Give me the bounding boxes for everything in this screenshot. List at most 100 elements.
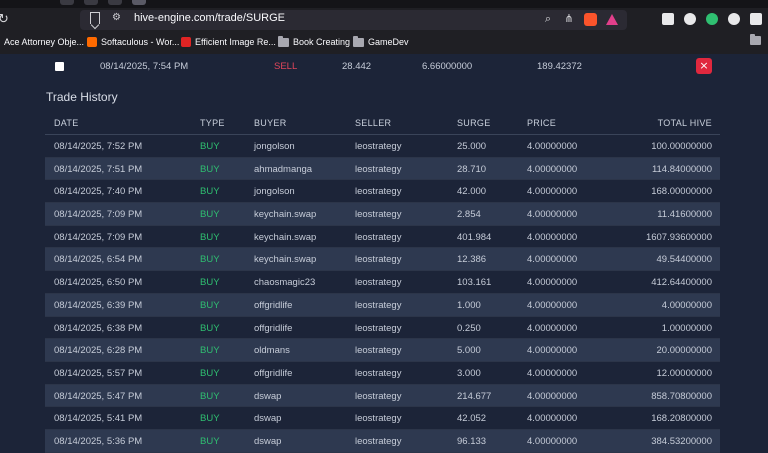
trade-buyer[interactable]: chaosmagic23: [254, 277, 315, 288]
trade-buyer[interactable]: dswap: [254, 391, 281, 402]
tab[interactable]: [84, 0, 98, 5]
trade-total: 1.00000000: [661, 322, 712, 334]
trade-amount: 42.000: [457, 186, 487, 198]
trade-buyer[interactable]: offgridlife: [254, 368, 292, 379]
order-checkbox[interactable]: [55, 62, 64, 71]
tab[interactable]: [108, 0, 122, 5]
table-body: 08/14/2025, 7:52 PM BUY jongolson leostrate…: [45, 135, 720, 453]
trade-price: 4.00000000: [527, 322, 578, 334]
trade-type: BUY: [200, 345, 220, 357]
column-header-type[interactable]: TYPE: [200, 118, 225, 128]
trade-buyer[interactable]: offgridlife: [254, 323, 292, 334]
trade-seller[interactable]: leostrategy: [355, 141, 401, 152]
trade-price: 4.00000000: [527, 390, 578, 402]
trade-seller[interactable]: leostrategy: [355, 300, 401, 311]
bookmark-ace-attorney[interactable]: Ace Attorney Obje...: [4, 36, 84, 48]
trade-amount: 42.052: [457, 413, 487, 425]
trade-type: BUY: [200, 277, 220, 289]
trade-total: 384.53200000: [651, 435, 712, 447]
puzzle-extension-icon[interactable]: [684, 13, 696, 25]
zoom-icon[interactable]: ⌕: [542, 13, 554, 25]
table-header: DATE TYPE BUYER SELLER SURGE PRICE TOTAL…: [45, 111, 720, 135]
trade-buyer[interactable]: oldmans: [254, 345, 290, 356]
share-icon[interactable]: ⋔: [563, 13, 575, 25]
trade-type: BUY: [200, 209, 220, 221]
cancel-order-button[interactable]: ×: [696, 58, 712, 74]
column-header-buyer[interactable]: BUYER: [254, 118, 287, 128]
trade-seller[interactable]: leostrategy: [355, 323, 401, 334]
table-row: 08/14/2025, 6:39 PM BUY offgridlife leostra…: [45, 293, 720, 317]
trade-seller[interactable]: leostrategy: [355, 186, 401, 197]
key-extension-icon[interactable]: [662, 13, 674, 25]
order-quantity: 28.442: [342, 61, 372, 72]
trade-buyer[interactable]: jongolson: [254, 186, 295, 197]
trade-total: 168.00000000: [651, 186, 712, 198]
column-header-surge[interactable]: SURGE: [457, 118, 491, 128]
trade-buyer[interactable]: keychain.swap: [254, 232, 316, 243]
trade-total: 1607.93600000: [645, 231, 712, 243]
trade-amount: 1.000: [457, 299, 481, 311]
bookmark-efficient-image[interactable]: Efficient Image Re...: [181, 36, 276, 48]
trade-buyer[interactable]: dswap: [254, 436, 281, 447]
trade-seller[interactable]: leostrategy: [355, 391, 401, 402]
trade-seller[interactable]: leostrategy: [355, 254, 401, 265]
bookmark-label: Softaculous - Wor...: [101, 37, 180, 47]
trade-buyer[interactable]: offgridlife: [254, 300, 292, 311]
tab-strip: [0, 0, 768, 8]
column-header-seller[interactable]: SELLER: [355, 118, 391, 128]
trade-date: 08/14/2025, 5:36 PM: [54, 435, 143, 447]
table-row: 08/14/2025, 5:41 PM BUY dswap leostrategy 42…: [45, 407, 720, 430]
bookmarks-bar: Ace Attorney Obje... Softaculous - Wor..…: [0, 32, 768, 52]
trade-seller[interactable]: leostrategy: [355, 345, 401, 356]
trade-price: 4.00000000: [527, 231, 578, 243]
trade-price: 4.00000000: [527, 254, 578, 266]
trade-date: 08/14/2025, 5:41 PM: [54, 413, 143, 425]
order-total: 189.42372: [537, 61, 582, 72]
trade-buyer[interactable]: ahmadmanga: [254, 164, 312, 175]
trade-buyer[interactable]: keychain.swap: [254, 209, 316, 220]
trade-buyer[interactable]: keychain.swap: [254, 254, 316, 265]
trade-seller[interactable]: leostrategy: [355, 164, 401, 175]
trade-seller[interactable]: leostrategy: [355, 413, 401, 424]
reload-icon[interactable]: ↻: [0, 12, 12, 27]
url-text[interactable]: hive-engine.com/trade/SURGE: [134, 11, 285, 25]
trade-date: 08/14/2025, 7:40 PM: [54, 186, 143, 198]
trade-price: 4.00000000: [527, 299, 578, 311]
bookmark-label: Book Creating: [293, 37, 351, 47]
tab[interactable]: [60, 0, 74, 5]
trade-seller[interactable]: leostrategy: [355, 368, 401, 379]
trade-type: BUY: [200, 390, 220, 402]
folder-icon: [353, 35, 364, 47]
trade-total: 114.84000000: [651, 163, 712, 175]
menu-extension-icon[interactable]: [750, 13, 762, 25]
link-extension-icon[interactable]: [728, 13, 740, 25]
trade-date: 08/14/2025, 7:09 PM: [54, 209, 143, 221]
trade-seller[interactable]: leostrategy: [355, 232, 401, 243]
green-extension-icon[interactable]: [706, 13, 718, 25]
trade-buyer[interactable]: jongolson: [254, 141, 295, 152]
order-type: SELL: [274, 61, 298, 72]
rewards-icon[interactable]: [606, 13, 618, 25]
trade-date: 08/14/2025, 5:57 PM: [54, 367, 143, 379]
brave-shields-icon[interactable]: [584, 12, 597, 26]
trade-seller[interactable]: leostrategy: [355, 277, 401, 288]
site-info-icon[interactable]: ⚙: [112, 12, 126, 24]
trade-amount: 3.000: [457, 367, 481, 379]
table-row: 08/14/2025, 7:51 PM BUY ahmadmanga leostrat…: [45, 157, 720, 181]
bookmark-book-creating[interactable]: Book Creating: [278, 35, 351, 48]
tab-active[interactable]: [132, 0, 146, 5]
trade-buyer[interactable]: dswap: [254, 413, 281, 424]
trade-seller[interactable]: leostrategy: [355, 209, 401, 220]
column-header-price[interactable]: PRICE: [527, 118, 556, 128]
bookmark-gamedev[interactable]: GameDev: [353, 35, 409, 48]
table-row: 08/14/2025, 6:50 PM BUY chaosmagic23 leostr…: [45, 271, 720, 294]
bookmark-softaculous[interactable]: Softaculous - Wor...: [87, 36, 179, 48]
column-header-date[interactable]: DATE: [54, 118, 79, 128]
trade-type: BUY: [200, 186, 220, 198]
table-row: 08/14/2025, 7:52 PM BUY jongolson leostrate…: [45, 135, 720, 158]
trade-type: BUY: [200, 141, 220, 152]
trade-seller[interactable]: leostrategy: [355, 436, 401, 447]
bookmark-icon[interactable]: [90, 12, 100, 24]
column-header-total-hive[interactable]: TOTAL HIVE: [658, 118, 712, 128]
bookmark-overflow[interactable]: [750, 34, 761, 45]
